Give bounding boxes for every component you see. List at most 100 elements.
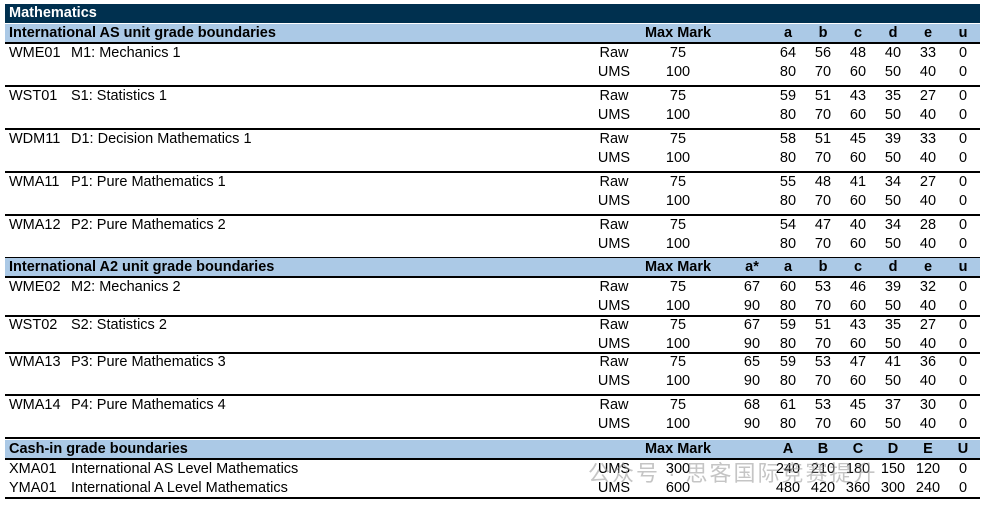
grade-boundary-value: 90 — [743, 298, 761, 314]
grade-boundary-value: 45 — [849, 131, 867, 147]
grade-boundary-value: 64 — [779, 45, 797, 61]
grade-boundary-value: 33 — [919, 131, 937, 147]
grade-boundary-value: 300 — [880, 480, 906, 496]
grade-boundary-value: 60 — [849, 298, 867, 314]
grade-boundary-value: 50 — [884, 107, 902, 123]
grade-boundary-value: 150 — [880, 461, 906, 477]
grade-header: b — [818, 24, 828, 41]
grade-boundary-value: 50 — [884, 150, 902, 166]
grade-boundary-value: 36 — [919, 354, 937, 370]
unit-name: M1: Mechanics 1 — [71, 45, 181, 61]
grade-header: a — [783, 258, 793, 275]
unit-code: YMA01 — [9, 480, 57, 496]
mark-type: Raw — [599, 354, 629, 370]
grade-boundary-value: 90 — [743, 416, 761, 432]
max-mark: 100 — [665, 107, 691, 123]
grade-boundary-value: 40 — [849, 217, 867, 233]
grade-boundary-value: 50 — [884, 64, 902, 80]
grade-boundary-value: 90 — [743, 373, 761, 389]
grade-boundary-value: 80 — [779, 107, 797, 123]
grade-boundary-value: 0 — [958, 131, 968, 147]
grade-boundary-value: 48 — [849, 45, 867, 61]
grade-header: e — [923, 24, 933, 41]
grade-boundary-value: 0 — [958, 174, 968, 190]
grade-boundary-value: 240 — [915, 480, 941, 496]
mark-type: UMS — [597, 416, 631, 432]
grade-boundary-value: 70 — [814, 150, 832, 166]
mark-type: Raw — [599, 174, 629, 190]
grade-boundary-value: 51 — [814, 131, 832, 147]
grade-boundary-value: 40 — [919, 193, 937, 209]
grade-boundary-value: 34 — [884, 174, 902, 190]
unit-name: S1: Statistics 1 — [71, 88, 167, 104]
grade-boundary-value: 60 — [849, 64, 867, 80]
grade-boundary-value: 58 — [779, 131, 797, 147]
unit-name: S2: Statistics 2 — [71, 317, 167, 333]
grade-boundary-value: 60 — [849, 416, 867, 432]
grade-boundary-value: 80 — [779, 416, 797, 432]
row-divider — [5, 352, 980, 354]
grade-header: e — [923, 258, 933, 275]
grade-boundary-value: 0 — [958, 397, 968, 413]
grade-boundary-value: 0 — [958, 64, 968, 80]
grade-boundary-value: 40 — [884, 45, 902, 61]
mark-type: Raw — [599, 397, 629, 413]
max-mark: 100 — [665, 236, 691, 252]
grade-boundary-value: 27 — [919, 317, 937, 333]
grade-boundary-value: 40 — [919, 373, 937, 389]
grade-boundary-value: 35 — [884, 317, 902, 333]
grade-boundary-value: 53 — [814, 397, 832, 413]
grade-header: u — [958, 258, 968, 275]
grade-boundary-value: 32 — [919, 279, 937, 295]
grade-boundary-value: 70 — [814, 236, 832, 252]
row-divider — [5, 128, 980, 130]
grade-header: a* — [745, 258, 759, 275]
grade-boundary-value: 40 — [919, 416, 937, 432]
grade-boundary-value: 50 — [884, 416, 902, 432]
grade-boundary-value: 60 — [849, 193, 867, 209]
grade-header: d — [888, 24, 898, 41]
grade-boundary-value: 60 — [849, 107, 867, 123]
grade-boundary-value: 41 — [849, 174, 867, 190]
watermark: 公众号 · 思客国际竞赛提升 — [588, 461, 878, 486]
grade-boundary-value: 80 — [779, 64, 797, 80]
grade-boundary-value: 51 — [814, 317, 832, 333]
grade-boundary-value: 56 — [814, 45, 832, 61]
grade-boundary-value: 0 — [958, 461, 968, 477]
grade-boundary-value: 70 — [814, 107, 832, 123]
grade-boundary-value: 50 — [884, 298, 902, 314]
grade-header: d — [888, 258, 898, 275]
grade-boundary-value: 60 — [849, 236, 867, 252]
unit-code: WDM11 — [9, 131, 61, 147]
unit-code: WMA11 — [9, 174, 60, 190]
mark-type: Raw — [599, 131, 629, 147]
grade-boundary-value: 0 — [958, 107, 968, 123]
grade-boundary-value: 47 — [849, 354, 867, 370]
grade-boundary-value: 70 — [814, 193, 832, 209]
grade-boundary-value: 0 — [958, 150, 968, 166]
mark-type: Raw — [599, 279, 629, 295]
mark-type: UMS — [597, 150, 631, 166]
grade-boundary-value: 0 — [958, 88, 968, 104]
grade-boundary-value: 80 — [779, 373, 797, 389]
page-title: Mathematics — [5, 4, 980, 23]
unit-code: WST02 — [9, 317, 58, 333]
mark-type: UMS — [597, 236, 631, 252]
max-mark-header: Max Mark — [644, 258, 712, 275]
unit-name: D1: Decision Mathematics 1 — [71, 131, 252, 147]
grade-boundary-value: 30 — [919, 397, 937, 413]
grade-boundary-value: 53 — [814, 279, 832, 295]
unit-name: P4: Pure Mathematics 4 — [71, 397, 226, 413]
grade-boundary-value: 48 — [814, 174, 832, 190]
grade-boundary-value: 0 — [958, 317, 968, 333]
max-mark-header: Max Mark — [644, 24, 712, 41]
grade-boundary-value: 80 — [779, 236, 797, 252]
unit-code: WMA12 — [9, 217, 61, 233]
grade-boundary-value: 0 — [958, 416, 968, 432]
max-mark: 75 — [669, 317, 687, 333]
grade-header: b — [818, 258, 828, 275]
grade-boundary-value: 59 — [779, 88, 797, 104]
grade-boundary-value: 0 — [958, 236, 968, 252]
grade-boundary-value: 60 — [779, 279, 797, 295]
max-mark: 75 — [669, 45, 687, 61]
